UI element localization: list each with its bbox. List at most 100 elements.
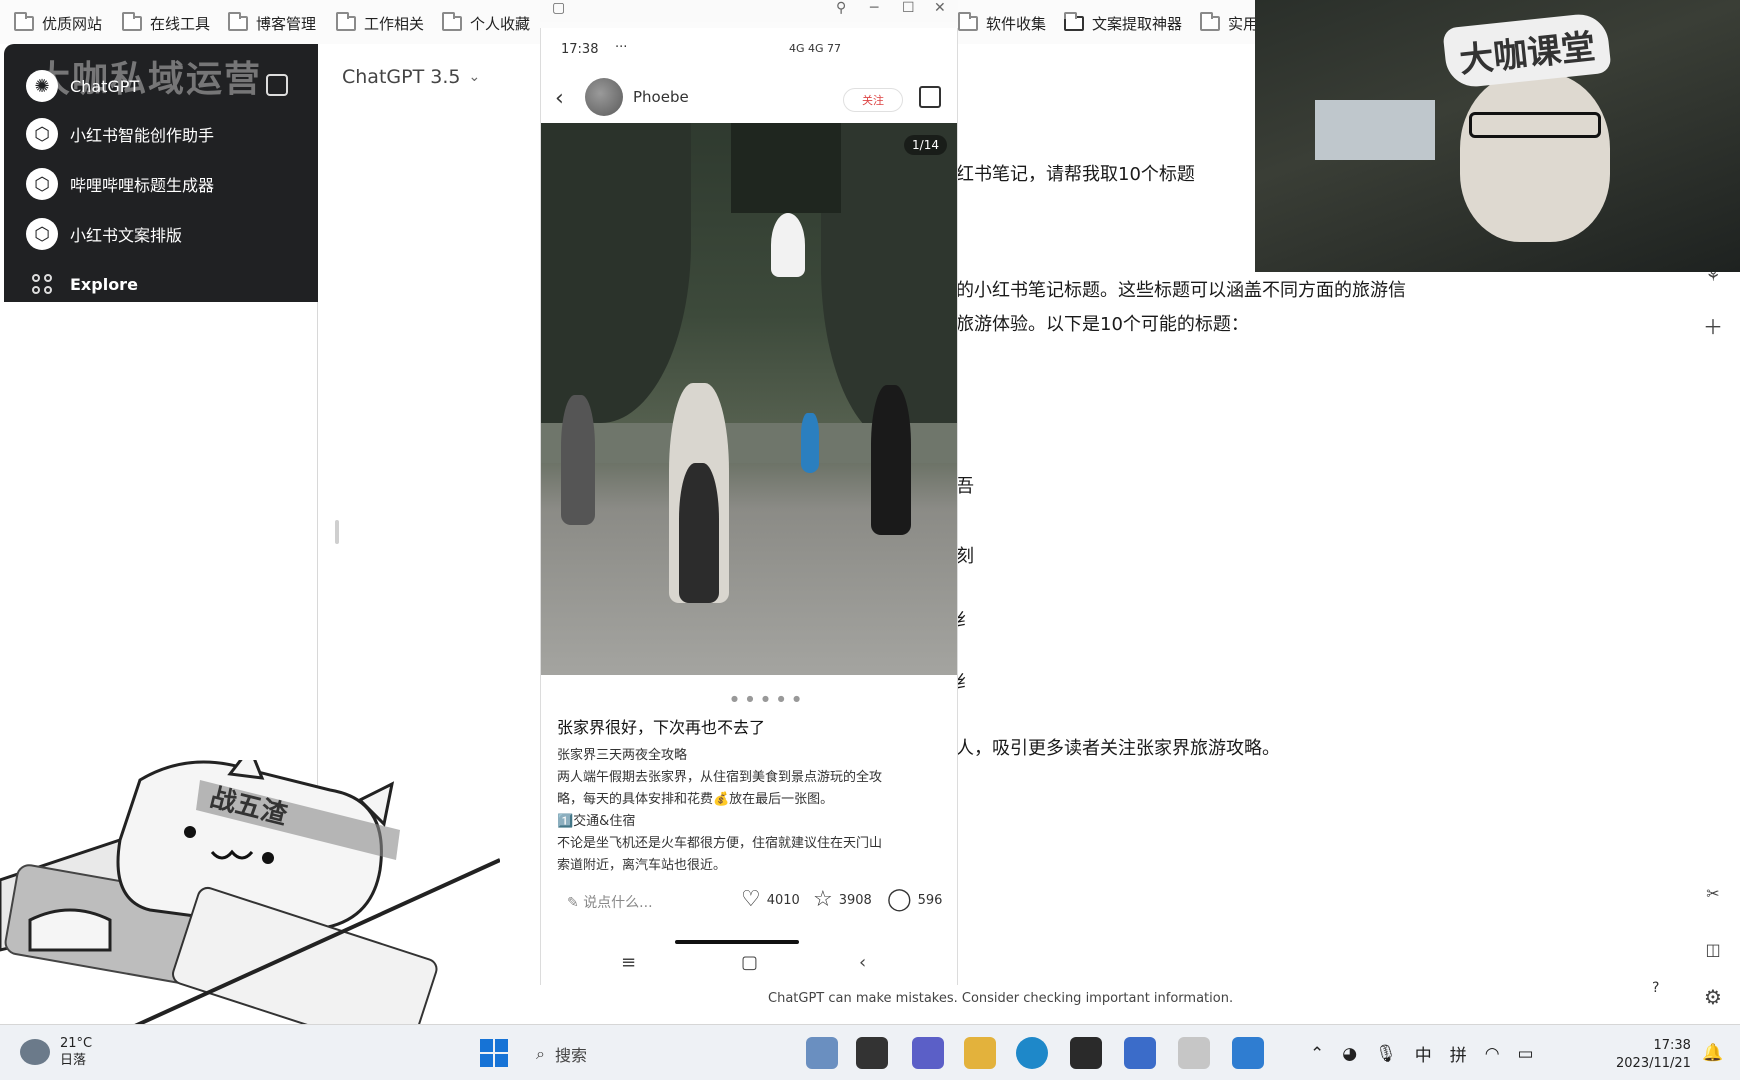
favorite-button[interactable]: ☆ 3908 bbox=[813, 887, 872, 912]
sidebar-item-bilibili-title[interactable]: ⬡ 哔哩哔哩标题生成器 bbox=[26, 166, 214, 202]
new-chat-icon[interactable] bbox=[266, 74, 288, 96]
post-body-line: 张家界三天两夜全攻略 bbox=[557, 748, 688, 763]
explore-grid-icon bbox=[26, 268, 58, 300]
help-button[interactable]: ? bbox=[1652, 980, 1659, 996]
bookmark-folder[interactable]: 软件收集 bbox=[958, 11, 1046, 34]
menu-icon[interactable]: ≡ bbox=[621, 952, 636, 973]
sidebar-resize-handle[interactable] bbox=[335, 520, 339, 544]
gpt-cube-icon: ⬡ bbox=[26, 118, 58, 150]
sidebar-item-xiaohongshu-layout[interactable]: ⬡ 小红书文案排版 bbox=[26, 216, 182, 252]
gpt-cube-icon: ⬡ bbox=[26, 218, 58, 250]
phone-link-icon[interactable] bbox=[1232, 1037, 1264, 1069]
post-photo[interactable]: 1/14 bbox=[541, 123, 957, 675]
start-button[interactable] bbox=[480, 1039, 508, 1067]
teams-icon[interactable] bbox=[912, 1037, 944, 1069]
chat-text-line: 刻 bbox=[956, 546, 974, 567]
app-icon-network[interactable] bbox=[1178, 1037, 1210, 1069]
back-arrow-icon[interactable]: ‹ bbox=[555, 86, 564, 111]
folder-icon bbox=[442, 11, 462, 31]
temperature: 21°C bbox=[60, 1036, 93, 1051]
search-icon: ⌕ bbox=[536, 1044, 545, 1063]
star-icon: ☆ bbox=[813, 887, 833, 912]
gear-icon[interactable]: ⚙ bbox=[1700, 984, 1726, 1010]
disclaimer-text: ChatGPT can make mistakes. Consider chec… bbox=[768, 991, 1234, 1006]
bookmark-folder[interactable]: 实用 bbox=[1200, 11, 1258, 34]
chat-text-line: 纟 bbox=[956, 610, 974, 631]
taskbar-search[interactable]: ⌕ 搜索 bbox=[536, 1037, 776, 1071]
notepad-icon[interactable] bbox=[1124, 1037, 1156, 1069]
webcam-background-shelf bbox=[1315, 100, 1435, 160]
author-name[interactable]: Phoebe bbox=[633, 88, 689, 106]
folder-icon bbox=[228, 11, 248, 31]
comment-input[interactable]: ✎ 说点什么... bbox=[567, 892, 653, 912]
pin-icon[interactable]: ⚲ bbox=[836, 0, 846, 16]
post-title: 张家界很好，下次再也不去了 bbox=[557, 718, 766, 737]
post-body-line: 略，每天的具体安排和花费💰放在最后一张图。 bbox=[557, 792, 834, 807]
like-button[interactable]: ♡ 4010 bbox=[741, 887, 800, 912]
clock-time: 17:38 bbox=[1653, 1038, 1691, 1053]
follow-button[interactable]: 关注 bbox=[843, 88, 903, 112]
photo-counter: 1/14 bbox=[904, 135, 947, 155]
chevron-down-icon: ⌄ bbox=[468, 69, 481, 85]
bookmark-folder[interactable]: 博客管理 bbox=[228, 11, 316, 34]
tray-app-icon[interactable]: ◕ bbox=[1342, 1044, 1357, 1064]
gpt-cube-icon: ⬡ bbox=[26, 168, 58, 200]
weather-widget[interactable]: 21°C 日落 bbox=[20, 1035, 92, 1069]
microphone-icon[interactable]: 🎙 bbox=[1375, 1044, 1397, 1064]
comment-button[interactable]: ◯ 596 bbox=[887, 889, 942, 911]
ime-language[interactable]: 中 bbox=[1415, 1041, 1432, 1066]
phone-screen: 17:38 ··· 4G 4G 77 ‹ Phoebe 关注 1/14 ● ● … bbox=[540, 28, 958, 985]
avatar[interactable] bbox=[585, 78, 623, 116]
sidebar-item-explore[interactable]: Explore bbox=[26, 266, 138, 302]
post-body-line: 索道附近，离汽车站也很近。 bbox=[557, 858, 727, 873]
file-explorer-icon[interactable] bbox=[964, 1037, 996, 1069]
minimize-icon[interactable]: ─ bbox=[870, 0, 878, 16]
cave-arch bbox=[771, 213, 805, 277]
app-icon-notebook[interactable] bbox=[856, 1037, 888, 1069]
ime-mode[interactable]: 拼 bbox=[1450, 1041, 1467, 1066]
webcam-glasses bbox=[1469, 112, 1601, 138]
taskbar: 21°C 日落 ⌕ 搜索 ⌃ ◕ 🎙 中 拼 ◠ ▭ 17:38 2023/11… bbox=[0, 1024, 1740, 1080]
webcam-logo: 大咖课堂 bbox=[1442, 11, 1612, 90]
heart-icon: ♡ bbox=[741, 887, 761, 912]
close-icon[interactable]: ✕ bbox=[934, 0, 946, 16]
phone-window-titlebar: ▢ ⚲ ─ ☐ ✕ bbox=[540, 0, 958, 22]
folder-icon bbox=[122, 11, 142, 31]
bookmark-link[interactable]: 文案提取神器 bbox=[1064, 11, 1182, 34]
model-selector[interactable]: ChatGPT 3.5 ⌄ bbox=[342, 66, 480, 88]
edge-icon[interactable] bbox=[1016, 1037, 1048, 1069]
plus-icon[interactable]: ＋ bbox=[1700, 312, 1726, 339]
bookmark-folder[interactable]: 工作相关 bbox=[336, 11, 424, 34]
sidebar-toggle-icon[interactable]: ◫ bbox=[1700, 936, 1726, 962]
phone-status-bar: 17:38 ··· 4G 4G 77 bbox=[541, 38, 957, 62]
nav-back-icon[interactable]: ‹ bbox=[859, 952, 866, 973]
webcam-presenter bbox=[1460, 72, 1610, 242]
app-icon-video-editor[interactable] bbox=[806, 1037, 838, 1069]
sidebar-item-xiaohongshu-assistant[interactable]: ⬡ 小红书智能创作助手 bbox=[26, 116, 214, 152]
bookmark-folder[interactable]: 在线工具 bbox=[122, 11, 210, 34]
clock-date: 2023/11/21 bbox=[1616, 1056, 1691, 1071]
app-icon bbox=[1064, 11, 1084, 31]
screenshot-icon[interactable]: ✂ bbox=[1700, 880, 1726, 906]
post-author-bar: ‹ Phoebe 关注 bbox=[541, 72, 957, 126]
app-icon-store[interactable] bbox=[1070, 1037, 1102, 1069]
bookmark-folder[interactable]: 优质网站 bbox=[14, 11, 102, 34]
chat-text-line: 吾 bbox=[956, 476, 974, 497]
maximize-icon[interactable]: ☐ bbox=[902, 0, 915, 16]
weather-condition: 日落 bbox=[60, 1053, 87, 1068]
folder-icon bbox=[14, 11, 34, 31]
wifi-icon[interactable]: ◠ bbox=[1485, 1044, 1500, 1064]
chatgpt-sidebar: 大咖私域运营 ✺ ChatGPT ⬡ 小红书智能创作助手 ⬡ 哔哩哔哩标题生成器… bbox=[4, 44, 318, 302]
share-icon[interactable] bbox=[919, 86, 941, 108]
sidebar-item-chatgpt[interactable]: ✺ ChatGPT bbox=[26, 68, 139, 104]
notification-bell-icon[interactable]: 🔔 bbox=[1702, 1043, 1723, 1063]
bookmark-folder[interactable]: 个人收藏 bbox=[442, 11, 530, 34]
chat-text-line: 人，吸引更多读者关注张家界旅游攻略。 bbox=[956, 738, 1280, 759]
chevron-up-icon[interactable]: ⌃ bbox=[1310, 1044, 1324, 1064]
post-body-line: 两人端午假期去张家界，从住宿到美食到景点游玩的全攻 bbox=[557, 770, 883, 785]
status-signal: 4G 4G 77 bbox=[789, 42, 842, 55]
battery-icon[interactable]: ▭ bbox=[1518, 1044, 1534, 1064]
home-square-icon[interactable]: ▢ bbox=[741, 952, 758, 973]
chat-text-line: 纟 bbox=[956, 672, 974, 693]
clock[interactable]: 17:38 2023/11/21 bbox=[1616, 1037, 1691, 1073]
